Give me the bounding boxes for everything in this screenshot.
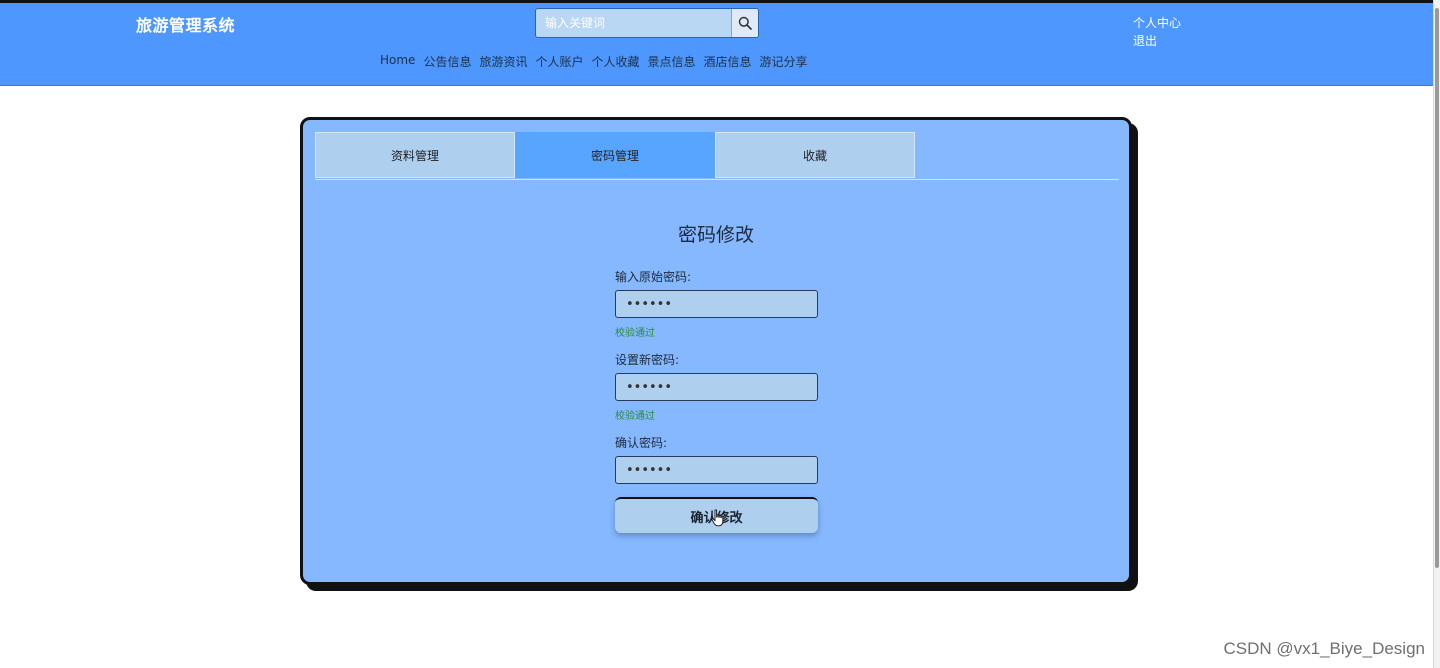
- nav-account[interactable]: 个人账户: [535, 53, 583, 70]
- hand-cursor-icon: [711, 509, 724, 527]
- nav-favorites[interactable]: 个人收藏: [591, 53, 639, 70]
- new-password-input[interactable]: [615, 373, 818, 401]
- tab-profile[interactable]: 资料管理: [315, 132, 515, 178]
- tab-password[interactable]: 密码管理: [515, 132, 715, 178]
- form-title: 密码修改: [677, 224, 754, 246]
- tab-favorites[interactable]: 收藏: [715, 132, 915, 178]
- top-header: 旅游管理系统 Home 公告信息 旅游资讯 个人账户 个人收藏 景点信息 酒店信…: [0, 0, 1434, 86]
- confirm-password-input[interactable]: [615, 456, 818, 484]
- page-scrollbar[interactable]: [1433, 0, 1440, 668]
- watermark: CSDN @vx1_Biye_Design: [1223, 639, 1425, 658]
- old-password-input[interactable]: [615, 290, 818, 318]
- search-input[interactable]: [536, 9, 731, 37]
- old-password-hint: 校验通过: [615, 328, 655, 339]
- nav-home[interactable]: Home: [380, 53, 415, 70]
- nav-attractions[interactable]: 景点信息: [648, 53, 696, 70]
- nav-hotels[interactable]: 酒店信息: [704, 53, 752, 70]
- old-password-label: 输入原始密码:: [615, 270, 692, 284]
- user-center-link[interactable]: 个人中心: [1133, 14, 1181, 32]
- search-box: [535, 8, 759, 38]
- new-password-label: 设置新密码:: [615, 353, 680, 367]
- site-title: 旅游管理系统: [136, 16, 236, 35]
- nav-announcements[interactable]: 公告信息: [423, 53, 471, 70]
- main-nav: Home 公告信息 旅游资讯 个人账户 个人收藏 景点信息 酒店信息 游记分享: [380, 53, 808, 70]
- user-links: 个人中心 退出: [1133, 14, 1181, 50]
- nav-travel-news[interactable]: 旅游资讯: [479, 53, 527, 70]
- search-button[interactable]: [731, 9, 758, 37]
- logout-link[interactable]: 退出: [1133, 32, 1181, 50]
- tab-bar: 资料管理 密码管理 收藏: [315, 132, 1119, 180]
- confirm-password-label: 确认密码:: [615, 436, 668, 450]
- search-icon: [738, 16, 752, 30]
- nav-travelogues[interactable]: 游记分享: [760, 53, 808, 70]
- scrollbar-thumb[interactable]: [1435, 8, 1439, 568]
- new-password-hint: 校验通过: [615, 411, 655, 422]
